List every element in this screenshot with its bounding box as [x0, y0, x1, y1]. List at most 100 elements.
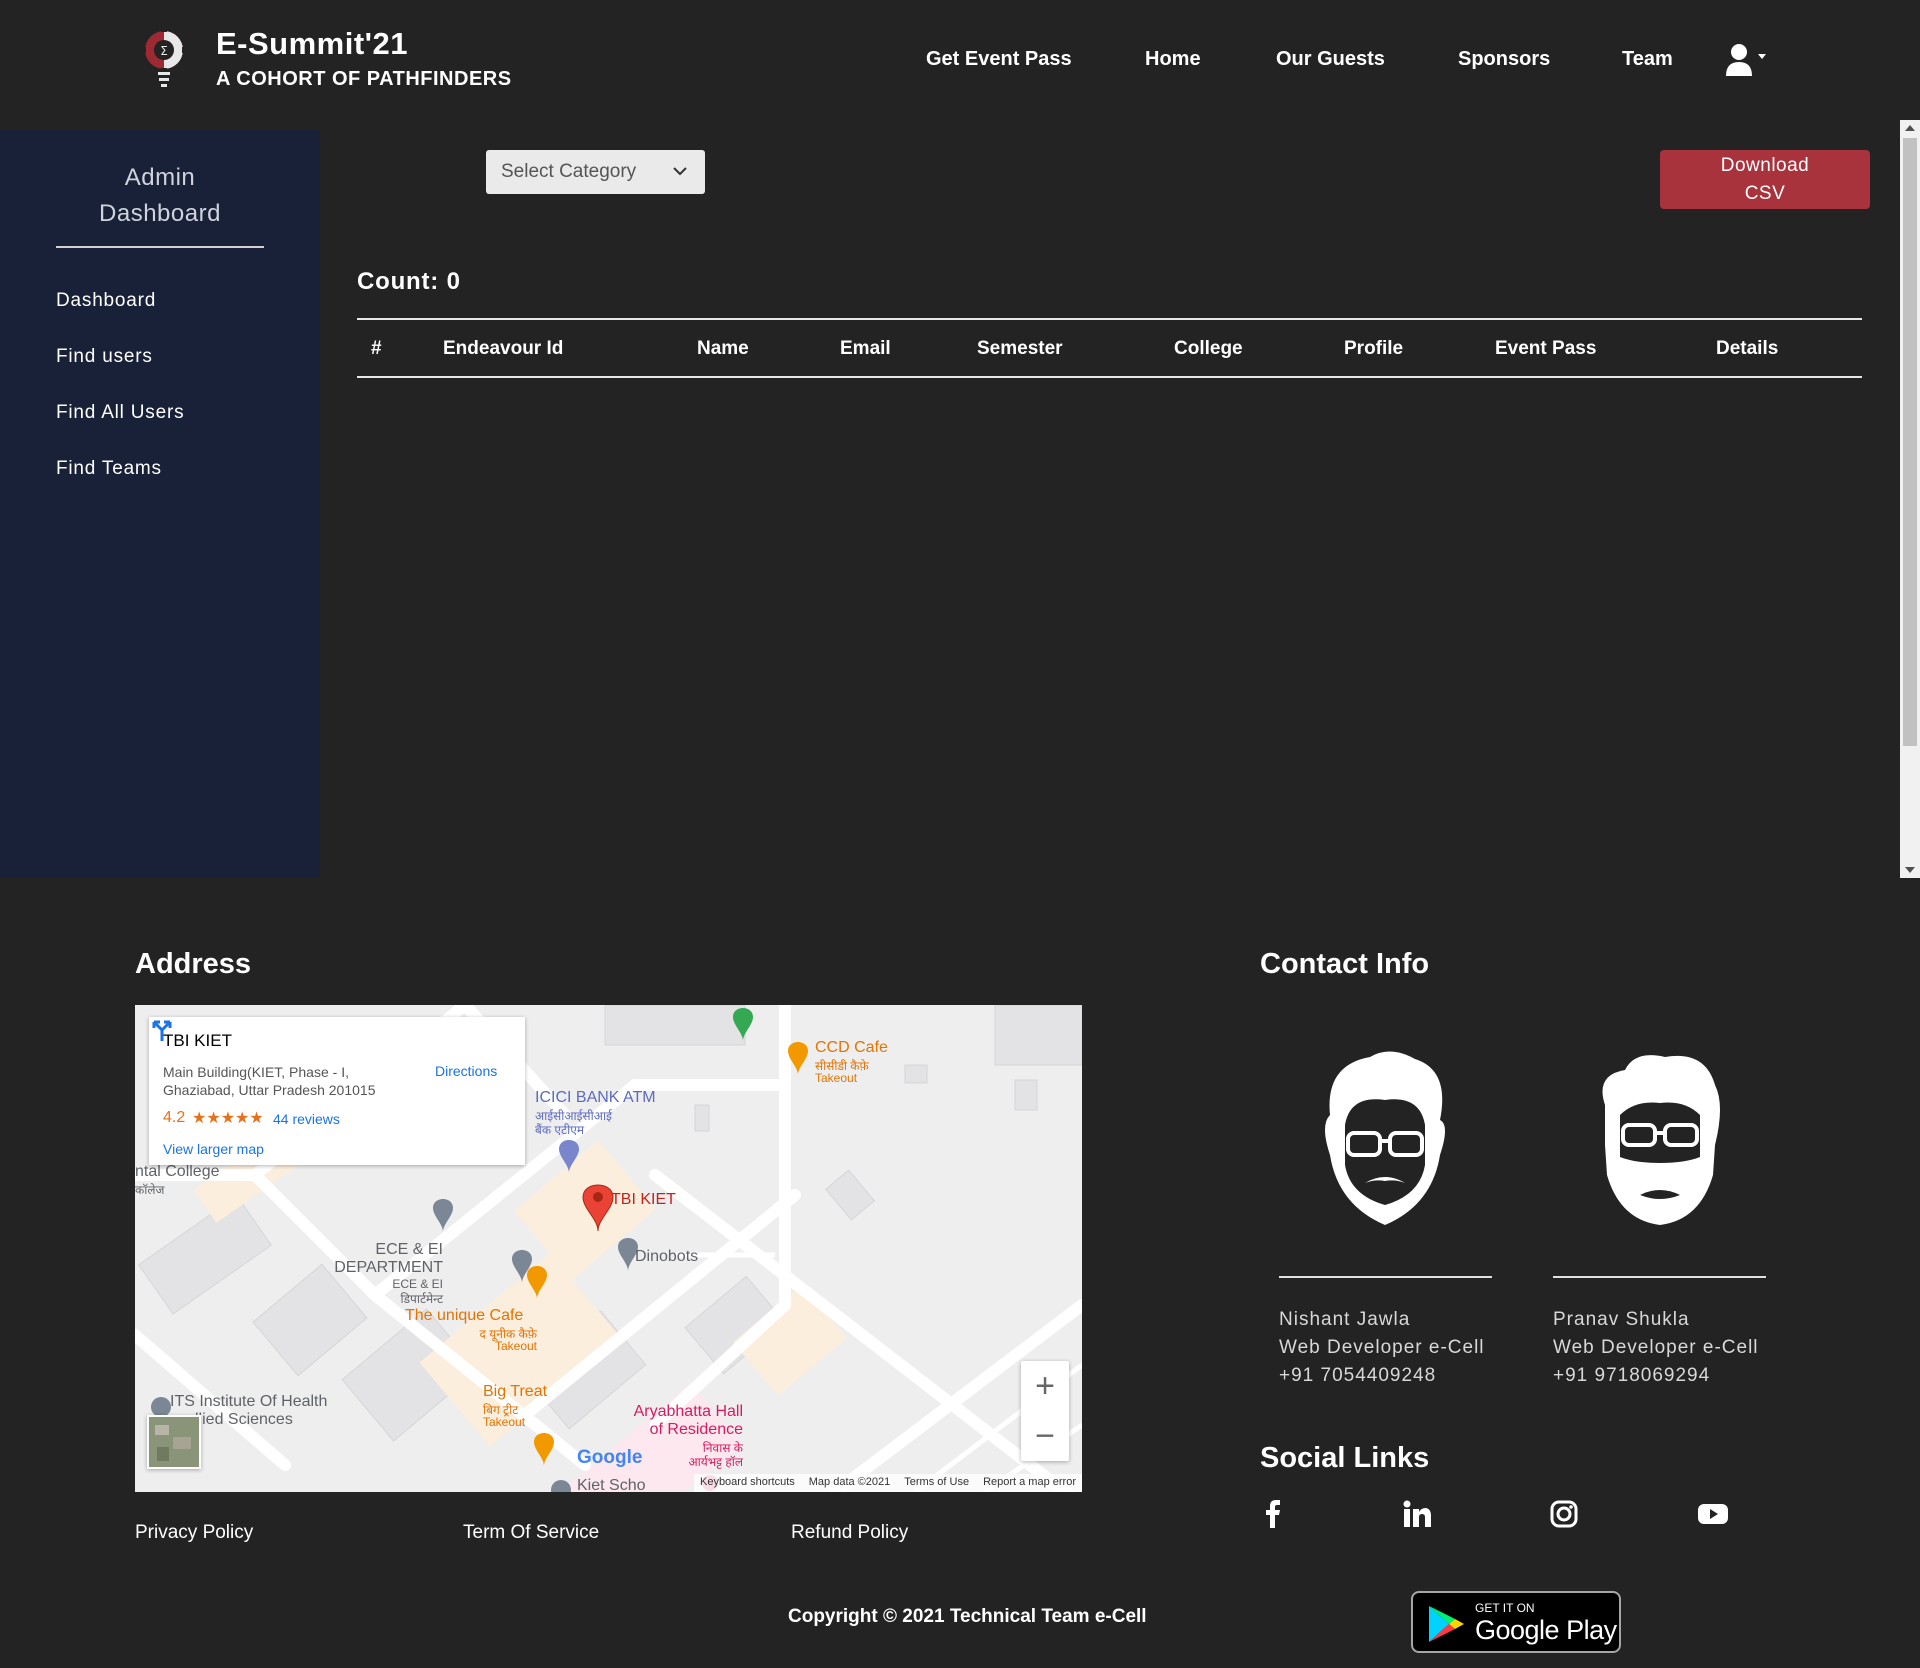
- keyboard-shortcuts-link[interactable]: Keyboard shortcuts: [700, 1476, 795, 1490]
- map-label-college-hi: कॉलेज: [135, 1183, 165, 1197]
- nav-our-guests[interactable]: Our Guests: [1276, 48, 1385, 71]
- contact-role: Web Developer e-Cell: [1553, 1337, 1759, 1358]
- map-label-ece-hi2: डिपार्टमेन्ट: [400, 1292, 444, 1306]
- google-play-icon: [1429, 1606, 1464, 1642]
- linkedin-icon[interactable]: [1400, 1497, 1434, 1531]
- map-label-arya1: Aryabhatta Hall: [633, 1403, 743, 1420]
- brand-title: E-Summit'21: [216, 26, 409, 61]
- map-label-ece1: ECE & EI: [375, 1241, 443, 1258]
- privacy-policy-link[interactable]: Privacy Policy: [135, 1522, 253, 1544]
- map-label-arya2: of Residence: [649, 1421, 743, 1438]
- map-label-kiet-school: Kiet Scho: [577, 1477, 646, 1492]
- column-header-email: Email: [840, 338, 891, 359]
- scrollbar-thumb[interactable]: [1903, 138, 1917, 746]
- facebook-icon[interactable]: [1256, 1497, 1290, 1531]
- contact-phone: +91 9718069294: [1553, 1365, 1711, 1386]
- map-label-its1: ITS Institute Of Health: [170, 1393, 328, 1410]
- nav-get-event-pass[interactable]: Get Event Pass: [926, 48, 1072, 71]
- sidebar-item-find-all-users[interactable]: Find All Users: [56, 402, 184, 424]
- sidebar-divider: [56, 246, 264, 248]
- admin-sidebar: Admin Dashboard Dashboard Find users Fin…: [0, 130, 320, 878]
- map-label-ece2: DEPARTMENT: [334, 1259, 443, 1276]
- column-header-college: College: [1174, 338, 1243, 359]
- google-logo: Google: [577, 1447, 642, 1469]
- user-menu-button[interactable]: [1724, 42, 1774, 78]
- copyright-text: Copyright © 2021 Technical Team e-Cell: [788, 1606, 1147, 1627]
- place-address-line2: Ghaziabad, Uttar Pradesh 201015: [163, 1082, 376, 1098]
- svg-text:Σ: Σ: [160, 44, 168, 58]
- map-label-ece-hi1: ECE & EI: [392, 1277, 443, 1291]
- map-label-big-treat-takeout: Takeout: [483, 1415, 526, 1429]
- google-play-big-text: Google Play: [1475, 1615, 1617, 1645]
- address-title: Address: [135, 948, 252, 980]
- social-links-title: Social Links: [1260, 1442, 1430, 1474]
- download-csv-button[interactable]: Download CSV: [1660, 150, 1870, 209]
- scrollbar[interactable]: [1900, 120, 1920, 878]
- contact-name: Pranav Shukla: [1553, 1309, 1690, 1330]
- view-larger-map-link[interactable]: View larger map: [163, 1141, 264, 1157]
- map-label-ccd-takeout: Takeout: [815, 1071, 858, 1085]
- map-label-dinobots: Dinobots: [635, 1248, 699, 1265]
- map-label-its2: llied Sciences: [195, 1411, 293, 1428]
- place-rating: 4.2: [163, 1109, 186, 1126]
- google-logo-text: Google: [577, 1447, 643, 1468]
- zoom-in-button[interactable]: +: [1021, 1361, 1069, 1411]
- nav-sponsors[interactable]: Sponsors: [1458, 48, 1550, 71]
- directions-icon[interactable]: [149, 1017, 175, 1043]
- contact-divider-1: [1279, 1276, 1492, 1278]
- map-label-college: ntal College: [135, 1163, 220, 1180]
- directions-link[interactable]: Directions: [435, 1063, 497, 1079]
- logo-gear-icon[interactable]: Σ: [140, 26, 196, 92]
- category-select[interactable]: Select Category: [486, 150, 705, 194]
- sidebar-item-find-teams[interactable]: Find Teams: [56, 458, 162, 480]
- chevron-down-icon: [673, 167, 687, 176]
- sidebar-title-line2: Dashboard: [99, 200, 221, 227]
- map-data-text: Map data ©2021: [808, 1476, 891, 1488]
- contact-name: Nishant Jawla: [1279, 1309, 1411, 1330]
- satellite-view-toggle[interactable]: [147, 1415, 201, 1469]
- contact-card-nishant: Nishant Jawla Web Developer e-Cell +91 7…: [1279, 1306, 1485, 1390]
- place-reviews-link[interactable]: 44 reviews: [273, 1111, 340, 1127]
- rating-stars-text: ★★★★★: [192, 1110, 264, 1127]
- map-label-ccd: CCD Cafe: [815, 1039, 888, 1056]
- terms-of-use-link[interactable]: Terms of Use: [904, 1476, 969, 1490]
- column-header-details: Details: [1716, 338, 1779, 359]
- column-header-name: Name: [697, 338, 749, 359]
- map-label-tbi-kiet: TBI KIET: [611, 1191, 676, 1208]
- map-label-unique-cafe-takeout: Takeout: [494, 1339, 537, 1353]
- map-label-big-treat: Big Treat: [483, 1383, 548, 1400]
- map-label-icici: ICICI BANK ATM: [535, 1089, 656, 1106]
- brand-subtitle: A COHORT OF PATHFINDERS: [216, 68, 512, 90]
- map-place-card: TBI KIET Main Building(KIET, Phase - I, …: [149, 1017, 525, 1165]
- nav-home[interactable]: Home: [1145, 48, 1201, 71]
- nav-team[interactable]: Team: [1622, 48, 1673, 71]
- place-address-line1: Main Building(KIET, Phase - I,: [163, 1064, 349, 1080]
- download-csv-label-1: Download: [1720, 155, 1810, 176]
- google-play-badge[interactable]: GET IT ON Google Play: [1411, 1591, 1621, 1653]
- scroll-down-arrow[interactable]: [1900, 862, 1920, 878]
- table-header-border: [357, 376, 1862, 378]
- refund-policy-link[interactable]: Refund Policy: [791, 1522, 908, 1544]
- report-map-error-link[interactable]: Report a map error: [983, 1476, 1076, 1490]
- download-csv-label-2: CSV: [1744, 183, 1786, 204]
- sidebar-item-find-users[interactable]: Find users: [56, 346, 153, 368]
- contact-divider-2: [1553, 1276, 1766, 1278]
- avatar-pranav: [1602, 1055, 1720, 1225]
- contact-phone: +91 7054409248: [1279, 1365, 1437, 1386]
- category-select-value: Select Category: [501, 161, 637, 182]
- youtube-icon[interactable]: [1696, 1497, 1730, 1531]
- google-map[interactable]: CCD Cafe सीसीडी कैफ़े Takeout ICICI BANK…: [135, 1005, 1082, 1492]
- map-label-unique-cafe: The unique Cafe: [405, 1307, 524, 1324]
- terms-of-service-link[interactable]: Term Of Service: [463, 1522, 599, 1544]
- column-header-semester: Semester: [977, 338, 1063, 359]
- column-header-event-pass: Event Pass: [1495, 338, 1597, 359]
- scroll-up-arrow[interactable]: [1900, 120, 1920, 136]
- sidebar-item-dashboard[interactable]: Dashboard: [56, 290, 156, 312]
- table-top-border: [357, 318, 1862, 320]
- header: Σ E-Summit'21 A COHORT OF PATHFINDERS Ge…: [0, 0, 1920, 120]
- result-count: Count: 0: [357, 268, 461, 295]
- google-play-small-text: GET IT ON: [1475, 1601, 1535, 1615]
- zoom-out-button[interactable]: −: [1021, 1411, 1069, 1461]
- avatar-nishant: [1325, 1051, 1445, 1225]
- instagram-icon[interactable]: [1547, 1497, 1581, 1531]
